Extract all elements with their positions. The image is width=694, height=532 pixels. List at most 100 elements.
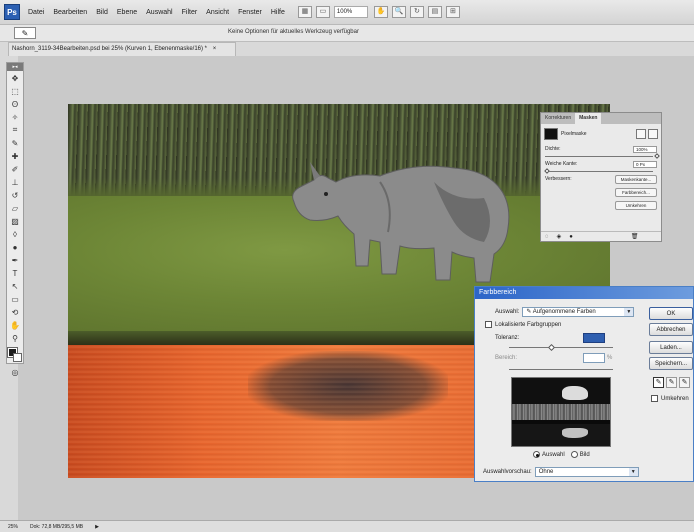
eyedropper-icon[interactable]: ✎ xyxy=(653,377,664,388)
menu-bearbeiten[interactable]: Bearbeiten xyxy=(53,9,87,16)
gradient-tool-icon[interactable]: ▨ xyxy=(7,215,23,227)
select-value: Aufgenommene Farben xyxy=(532,309,596,315)
selection-preview xyxy=(511,377,611,447)
range-slider[interactable] xyxy=(509,367,613,373)
vector-mask-icon[interactable] xyxy=(648,129,658,139)
arrange-documents-icon[interactable]: ▤ xyxy=(427,6,442,18)
bridge-icon[interactable]: ▦ xyxy=(297,6,312,18)
mask-edge-button[interactable]: Maskenkante... xyxy=(615,174,657,184)
eraser-tool-icon[interactable]: ▱ xyxy=(7,202,23,214)
color-swatches[interactable] xyxy=(7,347,22,362)
move-tool-icon[interactable]: ✥ xyxy=(7,72,23,84)
eyedropper-plus-icon[interactable]: ✎ xyxy=(666,377,677,388)
mask-name: Pixelmaske xyxy=(561,131,587,137)
apply-mask-icon[interactable]: ◈ xyxy=(557,233,562,240)
menu-ebene[interactable]: Ebene xyxy=(117,9,137,16)
mask-thumbnail[interactable] xyxy=(544,128,558,140)
invert-checkbox[interactable] xyxy=(651,395,658,402)
rhino-figure xyxy=(292,162,510,283)
blur-tool-icon[interactable]: ◊ xyxy=(7,228,23,240)
density-input[interactable]: 100% xyxy=(633,145,657,153)
lasso-tool-icon[interactable]: ʘ xyxy=(7,98,23,110)
range-row: Bereich: % xyxy=(495,353,612,363)
preview-grass xyxy=(512,404,610,420)
feather-slider[interactable] xyxy=(544,168,657,174)
zoom-level-field[interactable]: 100% xyxy=(333,6,368,18)
eyedropper-tool-icon[interactable]: ✎ xyxy=(7,137,23,149)
healing-brush-tool-icon[interactable]: ✚ xyxy=(7,150,23,162)
density-slider-knob[interactable] xyxy=(654,153,660,159)
tab-masken[interactable]: Masken xyxy=(575,113,602,124)
preview-top xyxy=(512,378,610,404)
type-tool-icon[interactable]: T xyxy=(7,267,23,279)
quick-selection-tool-icon[interactable]: ✧ xyxy=(7,111,23,123)
tolerance-slider-knob[interactable] xyxy=(547,343,556,352)
tolerance-row: Toleranz: xyxy=(495,333,605,343)
radio-selection[interactable] xyxy=(533,451,540,458)
load-selection-icon[interactable]: ◌ xyxy=(545,234,549,240)
select-dropdown[interactable]: ✎ Aufgenommene Farben ▼ xyxy=(522,307,635,317)
menu-bild[interactable]: Bild xyxy=(96,9,108,16)
options-bar: ✎ Keine Optionen für aktuelles Werkzeug … xyxy=(0,25,694,42)
save-button[interactable]: Speichern... xyxy=(649,357,693,370)
tolerance-slider[interactable] xyxy=(509,343,613,352)
clone-stamp-tool-icon[interactable]: ⊥ xyxy=(7,176,23,188)
background-color-swatch[interactable] xyxy=(13,353,22,362)
radio-image[interactable] xyxy=(570,451,578,458)
tolerance-input[interactable] xyxy=(583,333,605,343)
pixel-mask-icon[interactable] xyxy=(636,129,646,139)
menu-filter[interactable]: Filter xyxy=(182,9,198,16)
eyedropper-group: ✎ ✎ ✎ xyxy=(653,377,692,388)
status-doc-info[interactable]: Dok: 72,8 MB/295,5 MB xyxy=(30,524,83,530)
range-input[interactable] xyxy=(583,353,605,363)
path-selection-tool-icon[interactable]: ↖ xyxy=(7,280,23,292)
density-slider[interactable] xyxy=(545,153,660,159)
dodge-tool-icon[interactable]: ● xyxy=(7,241,23,253)
cancel-button[interactable]: Abbrechen xyxy=(649,323,693,336)
invert-button[interactable]: Umkehren xyxy=(615,201,657,210)
trash-icon[interactable]: 🗑 xyxy=(631,233,639,240)
quick-mask-icon[interactable]: ◎ xyxy=(7,366,23,378)
menu-ansicht[interactable]: Ansicht xyxy=(206,9,229,16)
localized-checkbox[interactable] xyxy=(485,321,492,328)
masks-panel-footer: ◌ ◈ ● 🗑 xyxy=(541,231,661,241)
3d-rotate-tool-icon[interactable]: ⟲ xyxy=(7,306,23,318)
menu-datei[interactable]: Datei xyxy=(28,9,44,16)
hand-icon[interactable]: ✋ xyxy=(373,6,388,18)
screen-layout-icon[interactable]: ⊞ xyxy=(445,6,460,18)
eyedropper-minus-icon[interactable]: ✎ xyxy=(679,377,690,388)
feather-slider-knob[interactable] xyxy=(544,168,550,174)
menu-fenster[interactable]: Fenster xyxy=(238,9,262,16)
hand-tool-icon[interactable]: ✋ xyxy=(7,319,23,331)
tool-preset-picker[interactable]: ✎ xyxy=(14,27,36,39)
status-zoom[interactable]: 25% xyxy=(8,524,18,530)
zoom-tool-icon[interactable]: ⚲ xyxy=(7,332,23,344)
feather-input[interactable]: 0 Px xyxy=(633,160,657,168)
load-button[interactable]: Laden... xyxy=(649,341,693,354)
tab-korrekturen[interactable]: Korrekturen xyxy=(541,113,575,124)
marquee-tool-icon[interactable]: ⬚ xyxy=(7,85,23,97)
rotate-view-icon[interactable]: ↻ xyxy=(409,6,424,18)
screen-mode-icon[interactable]: ▭ xyxy=(315,6,330,18)
history-brush-tool-icon[interactable]: ↺ xyxy=(7,189,23,201)
document-tab[interactable]: Nashorn_3119-34Bearbeiten.psd bei 25% (K… xyxy=(8,42,236,56)
status-arrow-icon[interactable]: ▶ xyxy=(95,524,99,530)
pen-tool-icon[interactable]: ✒ xyxy=(7,254,23,266)
select-label: Auswahl: xyxy=(495,309,520,315)
color-range-button[interactable]: Farbbereich... xyxy=(615,188,657,197)
refine-row: Verbessern: Maskenkante... xyxy=(541,174,661,184)
refine-label: Verbessern: xyxy=(545,176,572,182)
density-slider-track xyxy=(545,156,653,157)
zoom-icon[interactable]: 🔍 xyxy=(391,6,406,18)
preview-select-dropdown[interactable]: Ohne ▼ xyxy=(534,467,639,477)
menu-hilfe[interactable]: Hilfe xyxy=(271,9,285,16)
crop-tool-icon[interactable]: ⌗ xyxy=(7,124,23,136)
density-label: Dichte: xyxy=(545,146,561,152)
disable-mask-icon[interactable]: ● xyxy=(569,234,573,240)
menu-auswahl[interactable]: Auswahl xyxy=(146,9,172,16)
shape-tool-icon[interactable]: ▭ xyxy=(7,293,23,305)
brush-tool-icon[interactable]: ✐ xyxy=(7,163,23,175)
ok-button[interactable]: OK xyxy=(649,307,693,320)
tools-panel-grip[interactable]: ▸◂ xyxy=(7,63,23,71)
close-icon[interactable]: × xyxy=(213,46,217,52)
